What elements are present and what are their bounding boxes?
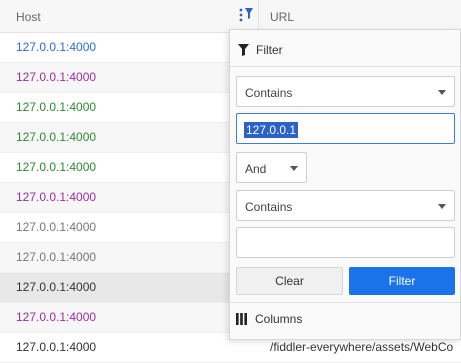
columns-menu-item[interactable]: Columns <box>236 311 302 327</box>
chevron-down-icon <box>438 90 446 95</box>
host-cell: 127.0.0.1:4000 <box>16 160 97 174</box>
divider <box>230 66 460 67</box>
logic-operator-select[interactable]: And <box>236 152 307 183</box>
clear-button[interactable]: Clear <box>236 267 343 295</box>
host-cell: 127.0.0.1:4000 <box>16 220 97 234</box>
host-cell: 127.0.0.1:4000 <box>16 70 97 84</box>
filter-value-2-input[interactable] <box>236 227 455 258</box>
divider <box>230 302 460 303</box>
filter-value-1-text: 127.0.0.1 <box>244 122 299 138</box>
condition-1-value: Contains <box>245 86 293 100</box>
host-cell: 127.0.0.1:4000 <box>16 40 97 54</box>
columns-label: Columns <box>255 312 303 326</box>
host-cell: 127.0.0.1:4000 <box>16 100 97 114</box>
chevron-down-icon <box>290 166 298 171</box>
filter-menu-icon[interactable] <box>238 7 254 25</box>
host-cell: 127.0.0.1:4000 <box>16 310 97 324</box>
logic-operator-value: And <box>245 162 267 176</box>
condition-2-value: Contains <box>245 200 293 214</box>
filter-value-1-input[interactable]: 127.0.0.1 <box>236 113 455 144</box>
apply-filter-button[interactable]: Filter <box>349 267 455 295</box>
condition-1-select[interactable]: Contains <box>236 76 455 107</box>
url-cell: /fiddler-everywhere/assets/WebCo <box>270 340 454 354</box>
column-header-url[interactable]: URL <box>270 10 294 24</box>
host-cell: 127.0.0.1:4000 <box>16 130 97 144</box>
host-cell: 127.0.0.1:4000 <box>16 340 97 354</box>
host-cell: 127.0.0.1:4000 <box>16 190 97 204</box>
filter-panel: Filter Contains 127.0.0.1 And Contains C… <box>229 29 461 340</box>
chevron-down-icon <box>438 204 446 209</box>
filter-panel-header: Filter <box>238 42 283 58</box>
condition-2-select[interactable]: Contains <box>236 190 455 221</box>
host-cell: 127.0.0.1:4000 <box>16 280 97 294</box>
filter-icon <box>238 44 249 56</box>
filter-panel-title: Filter <box>256 43 283 57</box>
host-cell: 127.0.0.1:4000 <box>16 250 97 264</box>
column-header-host[interactable]: Host <box>16 10 41 24</box>
columns-icon <box>236 313 247 325</box>
